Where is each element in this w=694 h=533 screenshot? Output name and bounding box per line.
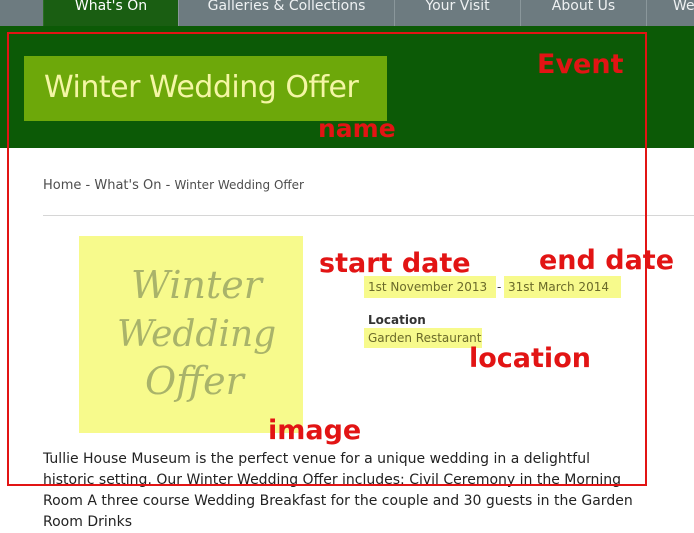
- tab-galleries-collections[interactable]: Galleries & Collections: [178, 0, 394, 26]
- main-nav: What's On Galleries & Collections Your V…: [0, 0, 694, 26]
- tab-we[interactable]: We: [646, 0, 694, 26]
- annotation-location: location: [469, 343, 591, 374]
- annotation-end-date: end date: [539, 245, 675, 276]
- annotation-event: Event: [537, 49, 624, 80]
- annotation-image: image: [268, 415, 362, 446]
- tab-about-us[interactable]: About Us: [520, 0, 646, 26]
- annotation-name: name: [318, 114, 396, 143]
- tab-your-visit[interactable]: Your Visit: [394, 0, 520, 26]
- annotation-start-date: start date: [319, 248, 471, 279]
- tab-whats-on[interactable]: What's On: [43, 0, 178, 26]
